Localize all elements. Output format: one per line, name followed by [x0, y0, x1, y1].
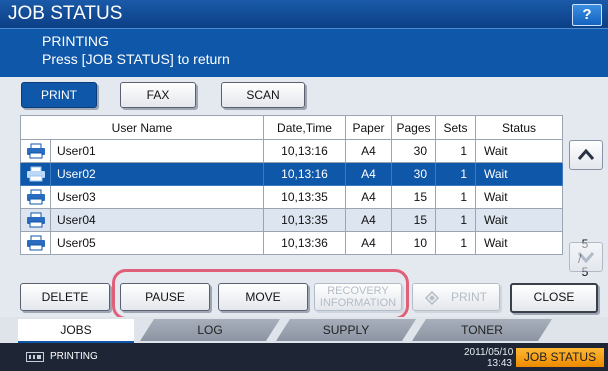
cell-user-name: User03: [50, 185, 264, 209]
cell-date-time: 10,13:35: [263, 185, 346, 209]
close-button[interactable]: CLOSE: [510, 283, 598, 313]
cell-user-name: User01: [50, 139, 264, 163]
job-status-button[interactable]: JOB STATUS: [516, 348, 604, 367]
printing-status-icon: [26, 352, 44, 362]
tab-fax[interactable]: FAX: [120, 82, 196, 108]
cell-user-name: User02: [50, 162, 264, 186]
status-text: PRINTING: [50, 351, 98, 362]
status-bar: PRINTING 2011/05/10 13:43 JOB STATUS: [0, 343, 608, 371]
tab-scan[interactable]: SCAN: [221, 82, 305, 108]
cell-pages: 30: [391, 139, 436, 163]
printer-icon: [20, 162, 51, 186]
help-button[interactable]: ?: [572, 4, 602, 26]
column-header-date-time: Date,Time: [263, 115, 346, 140]
tab-toner[interactable]: TONER: [412, 319, 552, 341]
chevron-up-icon: [577, 148, 595, 160]
cell-status: Wait: [475, 231, 563, 255]
cell-date-time: 10,13:16: [263, 139, 346, 163]
printer-icon: [20, 185, 51, 209]
table-header-row: User Name Date,Time Paper Pages Sets Sta…: [20, 115, 563, 140]
main-content: PRINT FAX SCAN User Name Date,Time Paper…: [0, 77, 608, 320]
status-message: PRINTING: [42, 33, 109, 49]
column-header-status: Status: [475, 115, 563, 140]
column-header-sets: Sets: [435, 115, 476, 140]
column-header-paper: Paper: [345, 115, 392, 140]
cell-pages: 15: [391, 208, 436, 232]
tab-log[interactable]: LOG: [140, 319, 280, 341]
diamond-start-icon: [424, 290, 440, 305]
highlight-ring: [112, 269, 409, 320]
cell-status: Wait: [475, 208, 563, 232]
cell-paper: A4: [345, 139, 392, 163]
tab-jobs[interactable]: JOBS: [18, 319, 134, 344]
table-row[interactable]: User03 10,13:35 A4 15 1 Wait: [20, 185, 563, 209]
column-header-pages: Pages: [391, 115, 436, 140]
cell-sets: 1: [435, 231, 476, 255]
cell-sets: 1: [435, 162, 476, 186]
column-header-user-name: User Name: [20, 115, 264, 140]
job-status-screen: JOB STATUS ? PRINTING Press [JOB STATUS]…: [0, 0, 608, 371]
cell-status: Wait: [475, 139, 563, 163]
bottom-tab-bar: JOBS LOG SUPPLY TONER: [0, 317, 608, 344]
tab-supply[interactable]: SUPPLY: [276, 319, 416, 341]
cell-paper: A4: [345, 162, 392, 186]
message-area: PRINTING Press [JOB STATUS] to return: [0, 28, 608, 77]
cell-sets: 1: [435, 139, 476, 163]
table-row-selected[interactable]: User02 10,13:16 A4 30 1 Wait: [20, 162, 563, 186]
cell-pages: 15: [391, 185, 436, 209]
cell-pages: 10: [391, 231, 436, 255]
table-row[interactable]: User04 10,13:35 A4 15 1 Wait: [20, 208, 563, 232]
printer-icon: [20, 231, 51, 255]
scroll-up-button[interactable]: [569, 140, 603, 170]
scroll-down-button[interactable]: [569, 242, 603, 272]
cell-date-time: 10,13:16: [263, 162, 346, 186]
date-time-display: 2011/05/10 13:43: [464, 347, 514, 369]
cell-sets: 1: [435, 185, 476, 209]
cell-paper: A4: [345, 208, 392, 232]
delete-button[interactable]: DELETE: [20, 283, 110, 311]
cell-paper: A4: [345, 231, 392, 255]
instruction-message: Press [JOB STATUS] to return: [42, 51, 230, 67]
title-bar: JOB STATUS ?: [0, 0, 608, 28]
cell-sets: 1: [435, 208, 476, 232]
print-button-label: PRINT: [451, 290, 487, 304]
status-time: 13:43: [486, 358, 512, 369]
cell-paper: A4: [345, 185, 392, 209]
cell-pages: 30: [391, 162, 436, 186]
cell-user-name: User04: [50, 208, 264, 232]
job-table: User Name Date,Time Paper Pages Sets Sta…: [20, 115, 563, 255]
cell-date-time: 10,13:35: [263, 208, 346, 232]
cell-status: Wait: [475, 162, 563, 186]
table-row[interactable]: User05 10,13:36 A4 10 1 Wait: [20, 231, 563, 255]
chevron-down-icon: [577, 252, 595, 264]
print-button[interactable]: PRINT: [412, 283, 500, 311]
status-date: 2011/05/10: [464, 347, 514, 358]
cell-user-name: User05: [50, 231, 264, 255]
tab-print[interactable]: PRINT: [21, 82, 97, 108]
table-row[interactable]: User01 10,13:16 A4 30 1 Wait: [20, 139, 563, 163]
page-title: JOB STATUS: [8, 3, 123, 24]
printer-icon: [20, 139, 51, 163]
cell-date-time: 10,13:36: [263, 231, 346, 255]
printer-icon: [20, 208, 51, 232]
cell-status: Wait: [475, 185, 563, 209]
